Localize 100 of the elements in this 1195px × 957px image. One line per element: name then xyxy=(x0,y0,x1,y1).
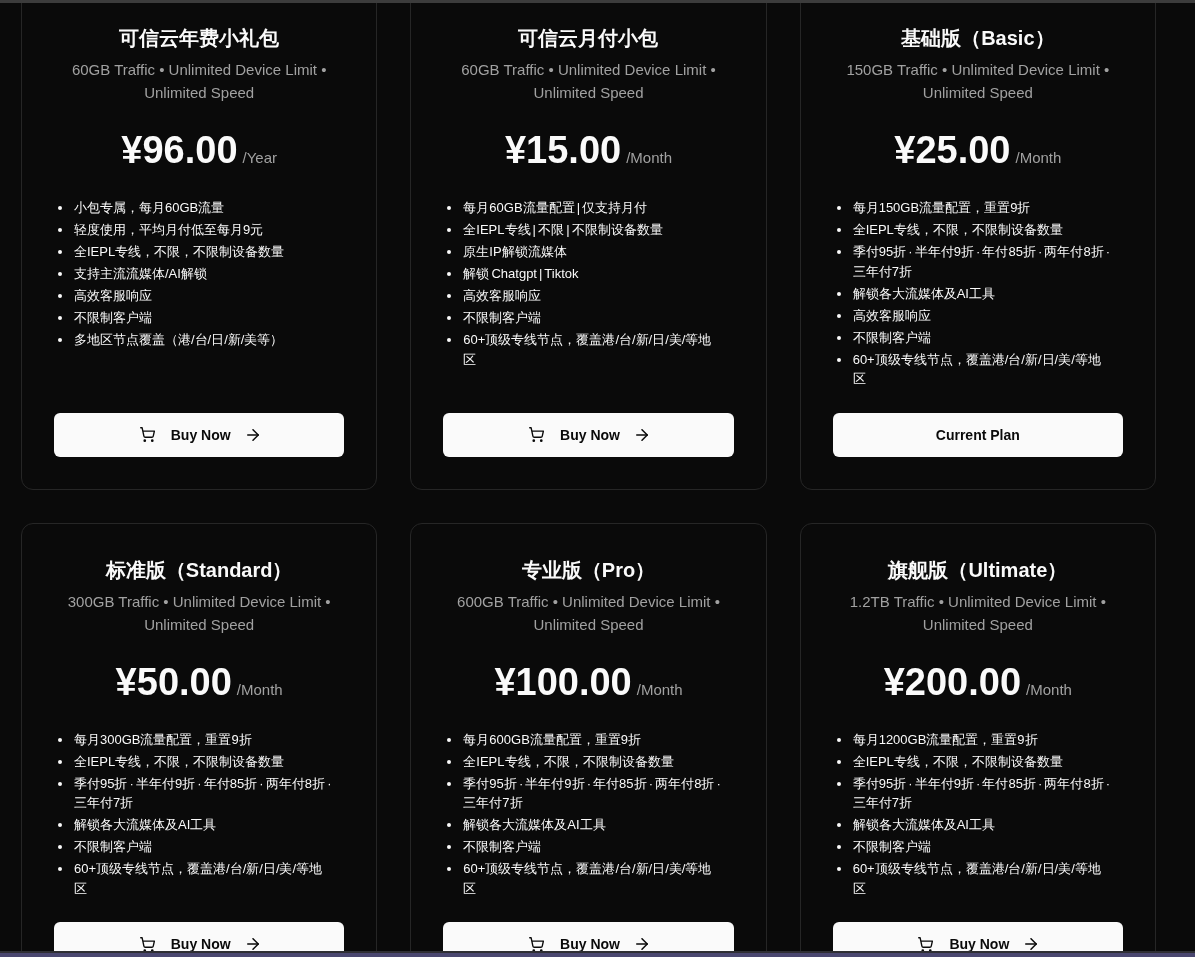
price-period: /Month xyxy=(636,679,683,700)
bullet-icon xyxy=(447,845,452,850)
bullet-icon xyxy=(836,357,841,362)
feature-text: 轻度使用，平均月付低至每月9元 xyxy=(74,221,264,239)
bullet-icon xyxy=(836,335,841,340)
plan-title: 专业版（Pro） xyxy=(520,557,657,583)
feature-text: 全IEPL专线，不限，不限制设备数量 xyxy=(852,752,1063,771)
plan-summary: 1.2TB Traffic • Unlimited Device Limit • Unlimited Speed xyxy=(848,591,1107,635)
buy-now-button[interactable]: Buy Now xyxy=(54,412,345,457)
bullet-icon xyxy=(447,315,452,320)
bullet-icon xyxy=(58,249,62,254)
feature-text: 60+顶级专线节点，覆盖港/台/新/日/美/等地区 xyxy=(852,860,1102,898)
bullet-icon xyxy=(58,228,62,232)
bullet-icon xyxy=(836,867,841,872)
bullet-icon xyxy=(58,337,62,342)
bullet-icon xyxy=(836,249,841,254)
bullet-icon xyxy=(447,228,452,232)
bullet-icon xyxy=(58,271,62,276)
plan-summary: 150GB Traffic • Unlimited Device Limit • Unlimited Speed xyxy=(845,60,1111,103)
feature-text: 解锁各大流媒体及AI工具 xyxy=(852,816,995,835)
feature-text: 不限制客户端 xyxy=(463,838,542,857)
feature-text: 不限制客户端 xyxy=(463,308,542,327)
bullet-icon xyxy=(447,867,452,872)
feature-text: 解锁各大流媒体及AI工具 xyxy=(852,284,995,303)
arrow-right-icon xyxy=(635,938,648,951)
arrow-right-icon xyxy=(246,938,259,951)
feature-text: 全IEPL专线，不限，不限制设备数量 xyxy=(74,242,285,261)
feature-text: 高效客服响应 xyxy=(852,306,931,325)
plan-price: ¥96.00 xyxy=(121,128,238,172)
price-period: /Month xyxy=(626,148,673,168)
buy-now-button[interactable]: Buy Now xyxy=(443,412,734,457)
feature-text: 每月300GB流量配置，重置9折 xyxy=(74,730,252,749)
feature-text: 每月1200GB流量配置，重置9折 xyxy=(852,730,1038,749)
feature-text: 不限制客户端 xyxy=(852,838,931,857)
bullet-icon xyxy=(836,313,841,318)
feature-text: 60+顶级专线节点，覆盖港/台/新/日/美/等地区 xyxy=(852,350,1102,389)
price-period: /Month xyxy=(1015,148,1062,168)
current-plan-button[interactable]: Current Plan xyxy=(832,412,1123,457)
bullet-icon xyxy=(836,823,841,828)
feature-text: 每月60GB流量配置 | 仅支持月付 xyxy=(463,199,648,217)
arrow-right-icon xyxy=(1025,938,1038,951)
bullet-icon xyxy=(836,206,841,210)
bullet-icon xyxy=(58,781,62,786)
bullet-icon xyxy=(836,845,841,850)
feature-text: 解锁各大流媒体及AI工具 xyxy=(463,816,606,835)
price-period: /Month xyxy=(236,679,283,700)
plan-price: ¥15.00 xyxy=(504,128,622,172)
plan-summary: 60GB Traffic • Unlimited Device Limit • Unlimited Speed xyxy=(460,60,717,103)
feature-text: 解锁 Chatgpt | Tiktok xyxy=(463,264,579,283)
feature-text: 不限制客户端 xyxy=(74,308,152,327)
bullet-icon xyxy=(447,823,452,828)
price-period: /Month xyxy=(1026,679,1072,700)
feature-text: 不限制客户端 xyxy=(852,328,931,347)
feature-text: 多地区节点覆盖（港/台/日/新/美等） xyxy=(74,330,284,349)
feature-text: 季付95折 · 半年付9折 · 年付85折 · 两年付8折 · 三年付7折 xyxy=(463,774,722,813)
feature-text: 每月150GB流量配置，重置9折 xyxy=(852,199,1031,217)
bullet-icon xyxy=(58,845,62,850)
plan-price: ¥25.00 xyxy=(894,128,1011,172)
cart-icon xyxy=(918,936,934,951)
bullet-icon xyxy=(836,228,841,232)
feature-text: 季付95折 · 半年付9折 · 年付85折 · 两年付8折 · 三年付7折 xyxy=(74,774,333,813)
feature-text: 全IEPL专线，不限，不限制设备数量 xyxy=(463,752,674,771)
bullet-icon xyxy=(447,271,452,276)
feature-text: 支持主流流媒体/AI解锁 xyxy=(74,264,207,283)
plan-summary: 60GB Traffic • Unlimited Device Limit • Unlimited Speed xyxy=(70,60,328,103)
feature-text: 季付95折 · 半年付9折 · 年付85折 · 两年付8折 · 三年付7折 xyxy=(852,242,1112,281)
feature-text: 季付95折 · 半年付9折 · 年付85折 · 两年付8折 · 三年付7折 xyxy=(852,774,1112,813)
feature-text: 全IEPL专线，不限，不限制设备数量 xyxy=(74,752,285,771)
feature-text: 原生IP解锁流媒体 xyxy=(463,242,567,261)
bullet-icon xyxy=(58,315,62,320)
cart-icon xyxy=(139,936,155,951)
cart-icon xyxy=(529,936,545,951)
arrow-right-icon xyxy=(246,428,259,441)
feature-text: 小包专属，每月60GB流量 xyxy=(74,199,225,217)
feature-text: 60+顶级专线节点，覆盖港/台/新/日/美/等地区 xyxy=(74,860,324,898)
plan-summary: 300GB Traffic • Unlimited Device Limit • Unlimited Speed xyxy=(66,591,332,635)
cart-icon xyxy=(139,427,155,443)
bullet-icon xyxy=(836,781,841,786)
bullet-icon xyxy=(447,781,452,786)
plan-title: 旗舰版（Ultimate） xyxy=(887,557,1069,583)
plan-price: ¥50.00 xyxy=(115,659,232,704)
bullet-icon xyxy=(58,823,62,828)
feature-text: 全IEPL专线，不限，不限制设备数量 xyxy=(852,221,1063,239)
plan-title: 可信云月付小包 xyxy=(517,26,660,51)
bullet-icon xyxy=(447,337,452,342)
bullet-icon xyxy=(58,867,62,872)
bullet-icon xyxy=(447,249,452,254)
feature-text: 不限制客户端 xyxy=(74,838,152,857)
feature-text: 60+顶级专线节点，覆盖港/台/新/日/美/等地区 xyxy=(463,860,713,898)
bullet-icon xyxy=(447,206,452,210)
feature-text: 60+顶级专线节点，覆盖港/台/新/日/美/等地区 xyxy=(463,330,713,369)
bullet-icon xyxy=(58,759,62,764)
cart-icon xyxy=(529,427,545,443)
bullet-icon xyxy=(58,293,62,298)
plan-summary: 600GB Traffic • Unlimited Device Limit • Unlimited Speed xyxy=(456,591,721,635)
bullet-icon xyxy=(447,759,452,764)
price-period: /Year xyxy=(242,148,277,168)
feature-text: 每月600GB流量配置，重置9折 xyxy=(463,730,642,749)
feature-text: 高效客服响应 xyxy=(74,286,152,305)
feature-text: 全IEPL专线 | 不限 | 不限制设备数量 xyxy=(463,221,663,239)
